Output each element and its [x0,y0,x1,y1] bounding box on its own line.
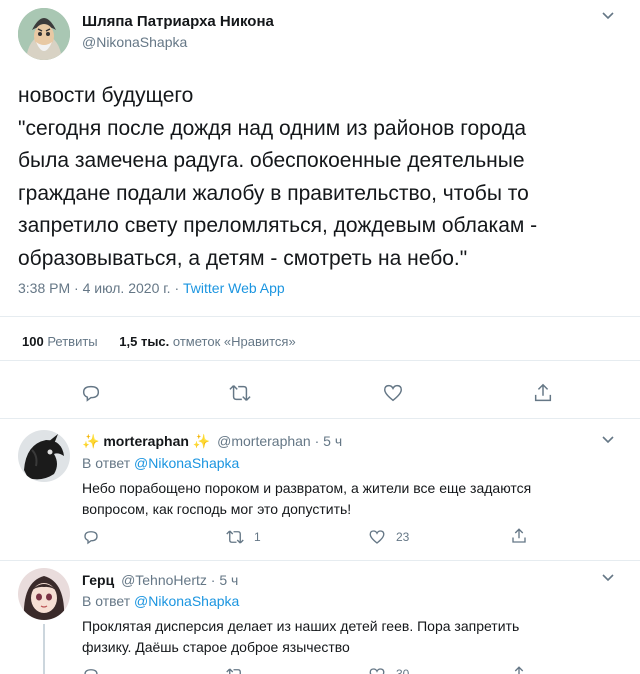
reply-time[interactable]: · 5 ч [211,572,239,588]
author-name[interactable]: Шляпа Патриарха Никона [82,13,274,30]
author-handle[interactable]: @NikonaShapka [82,34,187,50]
reply-author-name[interactable]: Герц [82,572,114,588]
reply-text-line: вопросом, как господь мог это допустить! [82,501,352,517]
reply-to-handle[interactable]: @NikonaShapka [134,593,239,609]
heart-icon[interactable] [368,528,386,546]
reply-to-label: В ответ [82,593,131,609]
reply-header: Герц @TehnoHertz · 5 ч [82,572,238,588]
tweet-text-line: новости будущего [18,84,194,107]
reply-likes-count: 23 [396,530,410,544]
reply-text: Небо порабощено пороком и развратом, а ж… [82,478,622,520]
reply-to-label: В ответ [82,455,131,471]
reply-avatar[interactable] [18,568,70,620]
reply-icon[interactable] [82,666,100,674]
tweet-text-line: "сегодня после дождя над одним из районо… [18,116,526,140]
tweet-source[interactable]: Twitter Web App [183,280,285,296]
tweet-stats: 100 Ретвиты 1,5 тыс. отметок «Нравится» [22,334,296,349]
reply-retweets-count: 1 [254,530,261,544]
likes-stat[interactable]: 1,5 тыс. отметок «Нравится» [119,334,295,349]
share-icon[interactable] [510,665,528,674]
sparkle-icon: ✨ [82,433,100,449]
reply-author-handle[interactable]: @TehnoHertz [121,572,207,588]
tweet-text-line: граждане подали жалобу в правительство, … [18,181,529,205]
chevron-down-icon[interactable] [600,572,616,584]
reply-icon[interactable] [82,528,100,546]
reply-text-line: физику. Даёшь старое доброе язычество [82,639,350,655]
retweet-icon[interactable] [225,528,245,546]
reply-icon[interactable] [80,382,102,404]
reply-avatar[interactable] [18,430,70,482]
author-avatar[interactable] [18,8,70,60]
chevron-down-icon[interactable] [600,434,616,446]
retweet-icon[interactable] [228,382,252,404]
tweet-text-line: запретило свету преломляться, дождевым о… [18,214,538,237]
reply-author-name[interactable]: morteraphan [103,433,189,449]
reply-to: В ответ @NikonaShapka [82,455,239,471]
chevron-down-icon[interactable] [600,10,616,22]
reply-to-handle[interactable]: @NikonaShapka [134,455,239,471]
tweet-timestamp[interactable]: 3:38 PM · 4 июл. 2020 г. [18,280,171,296]
tweet-meta: 3:38 PM · 4 июл. 2020 г. · Twitter Web A… [18,280,285,296]
heart-icon[interactable] [368,666,386,674]
reply-text-line: Проклятая дисперсия делает из наших дете… [82,618,520,634]
reply-author-handle[interactable]: @morteraphan [217,433,311,449]
reply-to: В ответ @NikonaShapka [82,593,239,609]
retweet-icon[interactable] [225,666,245,674]
sparkle-icon: ✨ [192,433,211,449]
tweet-text-line: образовываться, а детям - смотреть на не… [18,246,468,270]
reply-likes-count: 30 [396,667,410,674]
reply-time[interactable]: · 5 ч [315,433,343,449]
thread-line [43,624,45,674]
share-icon[interactable] [532,382,554,404]
likes-count: 1,5 тыс. [119,334,170,349]
likes-label: отметок «Нравится» [172,334,296,349]
reply-header: ✨ morteraphan ✨ @morteraphan · 5 ч [82,433,342,450]
tweet-text-line: была замечена радуга. обеспокоенные деят… [18,149,525,172]
retweets-stat[interactable]: 100 Ретвиты [22,334,101,349]
meta-separator: · [174,280,180,296]
heart-icon[interactable] [382,382,404,404]
retweets-count: 100 [22,334,44,349]
retweets-label: Ретвиты [47,334,98,349]
share-icon[interactable] [510,527,528,545]
reply-text-line: Небо порабощено пороком и развратом, а ж… [82,480,532,496]
tweet-text: новости будущего "сегодня после дождя на… [18,80,628,275]
reply-text: Проклятая дисперсия делает из наших дете… [82,616,622,658]
